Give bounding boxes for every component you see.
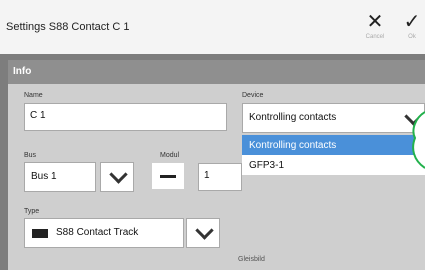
dropdown-option-gfp3[interactable]: GFP3-1 — [242, 155, 425, 175]
track-icon — [32, 229, 48, 238]
cancel-label: Cancel — [365, 34, 385, 40]
ok-label: Ok — [408, 34, 416, 40]
bus-dropdown-button[interactable] — [100, 162, 134, 192]
dialog-title: Settings S88 Contact C 1 — [6, 21, 130, 33]
dropdown-option-kontrolling[interactable]: Kontrolling contacts — [242, 135, 425, 155]
ok-button[interactable]: ✓ Ok — [394, 10, 425, 50]
device-selected-value: Kontrolling contacts — [249, 112, 337, 123]
info-panel: Info Name C 1 Device Kontrolling contact… — [8, 60, 425, 270]
modul-decrement-button[interactable] — [152, 163, 184, 189]
section-title: Info — [13, 66, 32, 77]
dialog-header: Settings S88 Contact C 1 ✕ Cancel ✓ Ok — [0, 0, 425, 54]
type-dropdown-button[interactable] — [186, 218, 220, 248]
modul-label: Modul — [160, 152, 180, 159]
section-header: Info — [8, 60, 425, 84]
device-dropdown: Kontrolling contacts GFP3-1 — [242, 135, 425, 175]
bus-label: Bus — [24, 152, 37, 159]
bus-selected-value: Bus 1 — [31, 171, 57, 182]
cancel-button[interactable]: ✕ Cancel — [357, 10, 393, 50]
device-select[interactable]: Kontrolling contacts — [242, 103, 425, 133]
minus-icon — [160, 175, 176, 178]
pointer-hand-icon — [412, 111, 425, 169]
check-icon: ✓ — [403, 11, 421, 33]
chevron-down-icon — [195, 221, 214, 240]
device-label: Device — [242, 92, 264, 99]
type-select[interactable]: S88 Contact Track — [24, 218, 184, 248]
modul-input[interactable]: 1 — [198, 163, 242, 191]
bus-select[interactable]: Bus 1 — [24, 162, 96, 192]
type-label: Type — [24, 208, 40, 215]
chevron-down-icon — [109, 165, 128, 184]
gleisbild-label: Gleisbild — [238, 256, 265, 263]
type-selected-value: S88 Contact Track — [56, 227, 139, 238]
name-input[interactable]: C 1 — [24, 103, 227, 131]
close-icon: ✕ — [366, 11, 384, 33]
name-label: Name — [24, 92, 43, 99]
